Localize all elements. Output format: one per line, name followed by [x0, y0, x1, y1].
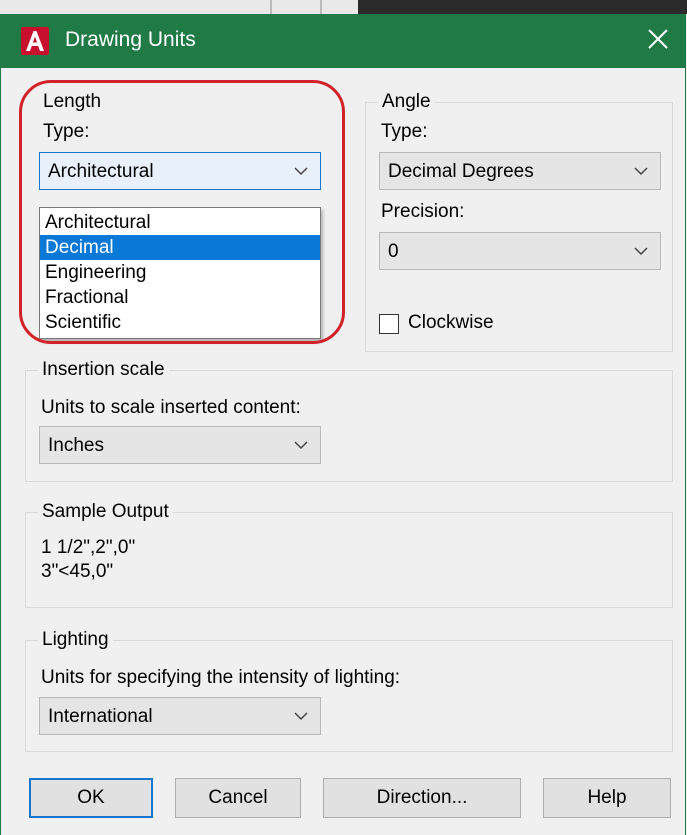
angle-type-select[interactable]: Decimal Degrees — [379, 152, 661, 190]
autocad-a-icon — [21, 27, 49, 55]
background-app-area — [358, 0, 687, 14]
drawing-units-dialog: Drawing Units Length Type: Architectural… — [0, 14, 686, 835]
clockwise-checkbox[interactable] — [379, 314, 399, 334]
help-button[interactable]: Help — [543, 778, 671, 818]
precision-label: Precision: — [381, 201, 465, 222]
chevron-down-icon — [634, 247, 648, 256]
sample-output-line-2: 3"<45,0" — [41, 561, 114, 582]
cancel-button[interactable]: Cancel — [175, 778, 301, 818]
lighting-units-value: International — [48, 706, 153, 727]
insertion-units-value: Inches — [48, 435, 104, 456]
precision-select[interactable]: 0 — [379, 232, 661, 270]
insertion-group-label: Insertion scale — [38, 357, 169, 383]
background-strip — [0, 0, 687, 14]
lighting-units-label: Units for specifying the intensity of li… — [41, 667, 401, 688]
clockwise-label[interactable]: Clockwise — [408, 311, 494, 335]
precision-value: 0 — [388, 241, 399, 262]
title-bar[interactable]: Drawing Units — [1, 14, 685, 68]
close-button[interactable] — [629, 14, 685, 68]
insertion-units-select[interactable]: Inches — [39, 426, 321, 464]
chevron-down-icon — [634, 167, 648, 176]
lighting-units-select[interactable]: International — [39, 697, 321, 735]
background-tick — [270, 0, 272, 14]
angle-type-value: Decimal Degrees — [388, 161, 534, 182]
sample-group-label: Sample Output — [38, 499, 173, 525]
background-tick — [320, 0, 322, 14]
chevron-down-icon — [294, 712, 308, 721]
sample-output-group: Sample Output — [25, 499, 673, 608]
insertion-units-label: Units to scale inserted content: — [41, 397, 301, 418]
angle-group-label: Angle — [378, 89, 435, 115]
lighting-group: Lighting — [25, 627, 673, 752]
annotation-highlight-ring — [19, 80, 345, 344]
direction-button[interactable]: Direction... — [323, 778, 521, 818]
close-icon — [648, 29, 668, 49]
ok-button[interactable]: OK — [29, 778, 153, 818]
chevron-down-icon — [294, 441, 308, 450]
window-title: Drawing Units — [65, 28, 196, 51]
lighting-group-label: Lighting — [38, 627, 113, 653]
sample-output-line-1: 1 1/2",2",0" — [41, 537, 136, 558]
angle-type-label: Type: — [381, 121, 428, 142]
